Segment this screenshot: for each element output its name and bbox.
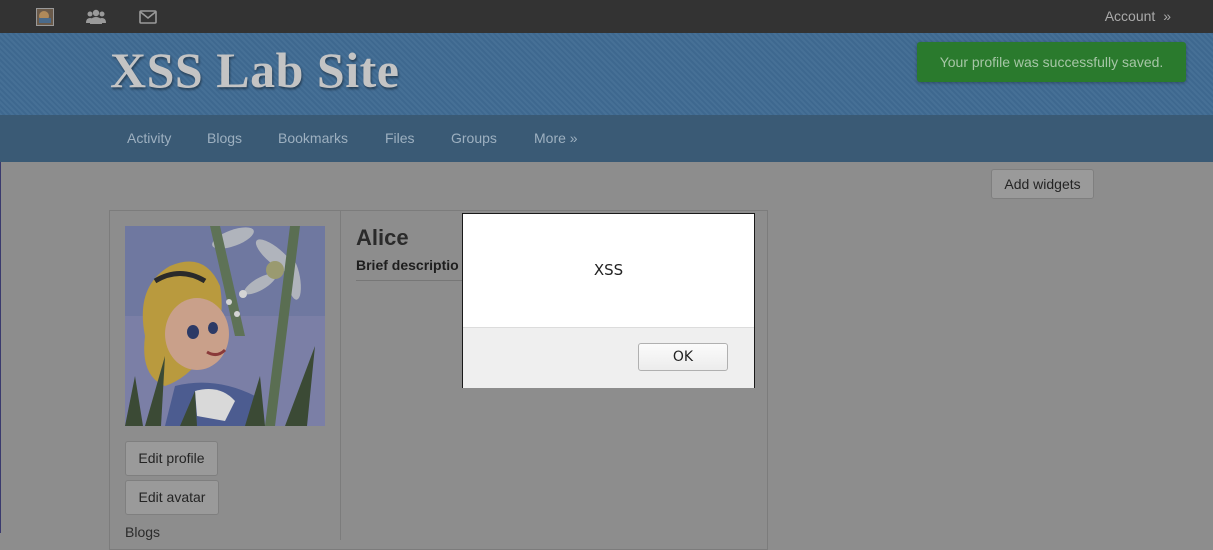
panel-divider [340,210,341,540]
site-header: XSS Lab Site Your profile was successful… [0,33,1213,115]
site-logo-icon[interactable] [36,6,54,27]
alert-message: XSS [593,261,624,279]
add-widgets-button[interactable]: Add widgets [991,169,1094,199]
topbar: Account » [0,0,1213,33]
nav-item-activity[interactable]: Activity [127,115,171,162]
nav-item-bookmarks[interactable]: Bookmarks [278,115,348,162]
brief-description-label: Brief descriptio [356,257,459,273]
edit-profile-button[interactable]: Edit profile [125,441,218,476]
profile-avatar [125,226,325,426]
account-menu[interactable]: Account » [1105,0,1171,33]
friends-icon[interactable] [86,6,106,27]
account-label: Account [1104,8,1156,24]
success-message[interactable]: Your profile was successfully saved. [917,42,1186,82]
blogs-link[interactable]: Blogs [125,524,160,540]
site-title[interactable]: XSS Lab Site [110,41,399,99]
nav-item-groups[interactable]: Groups [451,115,497,162]
nav-item-more[interactable]: More » [534,115,578,162]
nav-item-blogs[interactable]: Blogs [207,115,242,162]
description-divider [356,280,466,281]
edit-avatar-button[interactable]: Edit avatar [125,480,219,515]
page-edge [0,162,1,533]
main-nav: Activity Blogs Bookmarks Files Groups Mo… [0,115,1213,162]
ok-button[interactable]: OK [638,343,728,371]
alert-footer: OK [463,327,754,388]
chevron-right-icon: » [1163,8,1171,24]
profile-name: Alice [356,225,409,250]
mail-icon[interactable] [139,6,157,27]
alert-dialog: XSS OK [462,213,755,388]
nav-item-files[interactable]: Files [385,115,415,162]
